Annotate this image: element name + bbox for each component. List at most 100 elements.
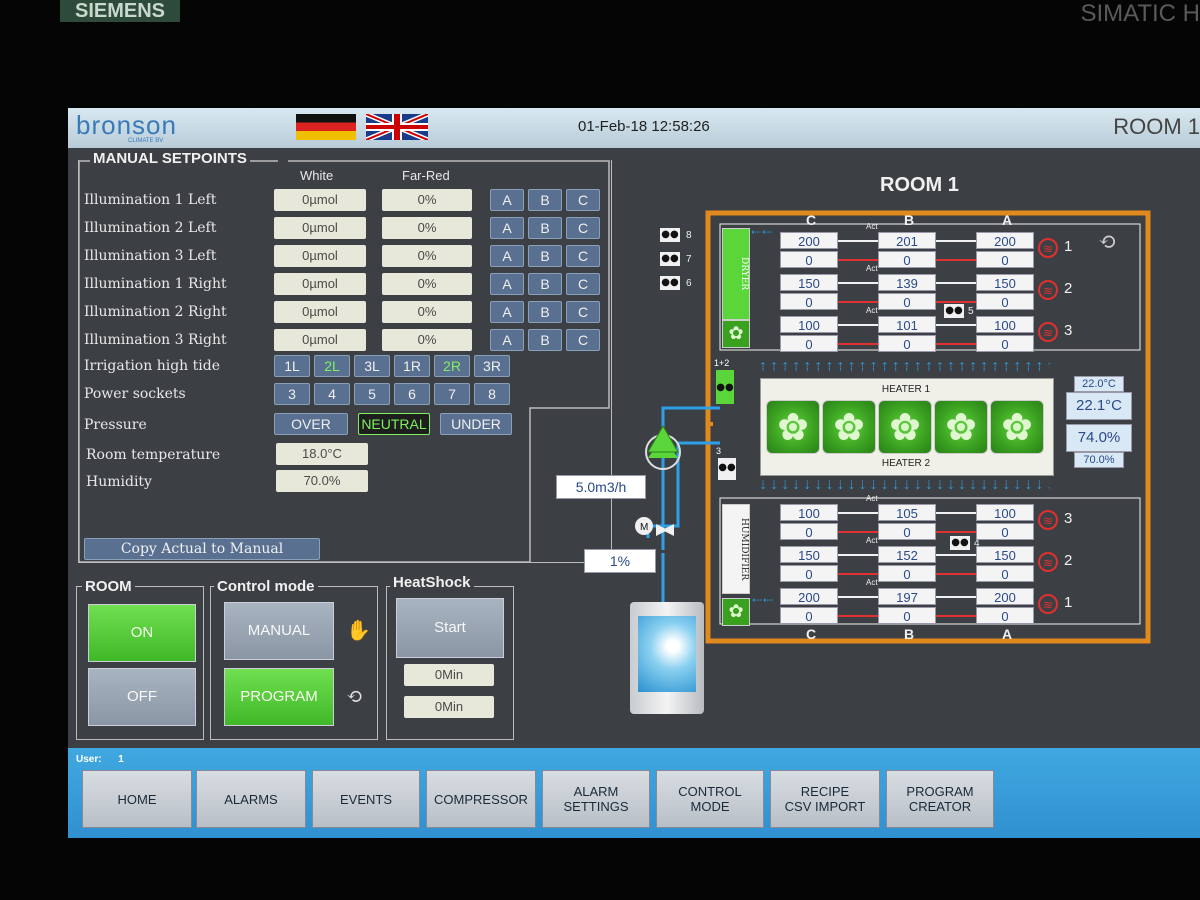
bottom-zone-setpoint-c[interactable]: 100: [780, 504, 838, 521]
top-zone-setpoint-c[interactable]: 200: [780, 232, 838, 249]
bottom-zone-wire-red: [838, 573, 878, 575]
refresh-diagram-icon[interactable]: ⟲: [1098, 230, 1116, 255]
nav-button-compressor[interactable]: COMPRESSOR: [426, 770, 536, 828]
white-setpoint-field[interactable]: 0µmol: [274, 301, 366, 323]
socket-4-indicator: ●●: [950, 536, 970, 550]
bottom-column-label-b: B: [904, 626, 915, 642]
humidity-field[interactable]: 70.0%: [276, 470, 368, 492]
top-zone-act-label: Act: [866, 264, 878, 273]
white-setpoint-field[interactable]: 0µmol: [274, 217, 366, 239]
group-select-button-b[interactable]: B: [528, 217, 562, 239]
top-zone-setpoint-a[interactable]: 100: [976, 316, 1034, 333]
copy-actual-to-manual-button[interactable]: Copy Actual to Manual: [84, 538, 320, 560]
bottom-zone-setpoint-c[interactable]: 150: [780, 546, 838, 563]
bottom-zone-setpoint-a[interactable]: 100: [976, 504, 1034, 521]
white-setpoint-field[interactable]: 0µmol: [274, 329, 366, 351]
group-select-button-b[interactable]: B: [528, 189, 562, 211]
bottom-zone-setpoint-a[interactable]: 150: [976, 546, 1034, 563]
col-header-white: White: [300, 168, 334, 183]
bottom-zone-setpoint-b[interactable]: 197: [878, 588, 936, 605]
bottom-zone-setpoint-b[interactable]: 152: [878, 546, 936, 563]
power-socket-button-8[interactable]: 8: [474, 383, 510, 405]
irrigation-button-1r[interactable]: 1R: [394, 355, 430, 377]
bottom-zone-setpoint-b[interactable]: 105: [878, 504, 936, 521]
pressure-under-button[interactable]: UNDER: [440, 413, 512, 435]
power-socket-button-5[interactable]: 5: [354, 383, 390, 405]
nav-button-control-mode[interactable]: CONTROL MODE: [656, 770, 764, 828]
german-flag-icon[interactable]: [296, 114, 356, 140]
nav-button-recipe-csv-import[interactable]: RECIPE CSV IMPORT: [770, 770, 880, 828]
group-select-button-c[interactable]: C: [566, 245, 600, 267]
top-zone-setpoint-c[interactable]: 150: [780, 274, 838, 291]
bottom-zone-setpoint-c[interactable]: 200: [780, 588, 838, 605]
heatshock-start-button[interactable]: Start: [396, 598, 504, 658]
white-setpoint-field[interactable]: 0µmol: [274, 189, 366, 211]
top-zone-actual-c: 0: [780, 251, 838, 268]
nav-button-events[interactable]: EVENTS: [312, 770, 420, 828]
group-select-button-a[interactable]: A: [490, 273, 524, 295]
top-zone-setpoint-a[interactable]: 200: [976, 232, 1034, 249]
group-select-button-c[interactable]: C: [566, 301, 600, 323]
pressure-neutral-button[interactable]: NEUTRAL: [358, 413, 430, 435]
power-socket-button-3[interactable]: 3: [274, 383, 310, 405]
uk-flag-icon[interactable]: [365, 111, 429, 143]
nav-button-alarms[interactable]: ALARMS: [196, 770, 306, 828]
room-temperature-field[interactable]: 18.0°C: [276, 443, 368, 465]
manual-mode-button[interactable]: MANUAL: [224, 602, 334, 660]
irrigation-button-3r[interactable]: 3R: [474, 355, 510, 377]
top-zone-actual-c: 0: [780, 335, 838, 352]
top-zone-setpoint-c[interactable]: 100: [780, 316, 838, 333]
far-red-setpoint-field[interactable]: 0%: [382, 273, 472, 295]
group-select-button-b[interactable]: B: [528, 273, 562, 295]
power-socket-button-7[interactable]: 7: [434, 383, 470, 405]
room-on-button[interactable]: ON: [88, 604, 196, 662]
irrigation-group-12-tag: 1+2 ●●: [714, 358, 734, 404]
bottom-zone-actual-c: 0: [780, 523, 838, 540]
room-off-button[interactable]: OFF: [88, 668, 196, 726]
group-select-button-c[interactable]: C: [566, 217, 600, 239]
top-zone-setpoint-a[interactable]: 150: [976, 274, 1034, 291]
group-select-button-a[interactable]: A: [490, 217, 524, 239]
bottom-zone-setpoint-a[interactable]: 200: [976, 588, 1034, 605]
program-mode-button[interactable]: PROGRAM: [224, 668, 334, 726]
irrigation-button-3l[interactable]: 3L: [354, 355, 390, 377]
group-select-button-a[interactable]: A: [490, 245, 524, 267]
group-select-button-a[interactable]: A: [490, 301, 524, 323]
pressure-over-button[interactable]: OVER: [274, 413, 348, 435]
top-zone-setpoint-b[interactable]: 101: [878, 316, 936, 333]
far-red-setpoint-field[interactable]: 0%: [382, 245, 472, 267]
circulation-fan-3-icon: ✿: [878, 400, 932, 454]
top-zone-setpoint-b[interactable]: 201: [878, 232, 936, 249]
heater-2-label: HEATER 2: [881, 458, 931, 469]
top-zone-act-label: Act: [866, 306, 878, 315]
white-setpoint-field[interactable]: 0µmol: [274, 245, 366, 267]
nav-button-home[interactable]: HOME: [82, 770, 192, 828]
nav-button-alarm-settings[interactable]: ALARM SETTINGS: [542, 770, 650, 828]
power-socket-button-6[interactable]: 6: [394, 383, 430, 405]
group-select-button-a[interactable]: A: [490, 189, 524, 211]
white-setpoint-field[interactable]: 0µmol: [274, 273, 366, 295]
heatshock-minutes-field-2[interactable]: 0Min: [404, 696, 494, 718]
group-select-button-c[interactable]: C: [566, 273, 600, 295]
bottom-zone-wire-white: [936, 596, 976, 598]
nav-button-program-creator[interactable]: PROGRAM CREATOR: [886, 770, 994, 828]
group-select-button-a[interactable]: A: [490, 329, 524, 351]
top-zone-setpoint-b[interactable]: 139: [878, 274, 936, 291]
power-socket-button-4[interactable]: 4: [314, 383, 350, 405]
heatshock-minutes-field-1[interactable]: 0Min: [404, 664, 494, 686]
group-select-button-c[interactable]: C: [566, 329, 600, 351]
group-select-button-b[interactable]: B: [528, 329, 562, 351]
bezel-model-label: SIMATIC H: [1080, 0, 1200, 27]
group-select-button-b[interactable]: B: [528, 301, 562, 323]
far-red-setpoint-field[interactable]: 0%: [382, 217, 472, 239]
far-red-setpoint-field[interactable]: 0%: [382, 301, 472, 323]
irrigation-button-1l[interactable]: 1L: [274, 355, 310, 377]
irrigation-button-2l[interactable]: 2L: [314, 355, 350, 377]
irrigation-button-2r[interactable]: 2R: [434, 355, 470, 377]
water-tank-icon: [630, 602, 704, 714]
group-select-button-b[interactable]: B: [528, 245, 562, 267]
group-select-button-c[interactable]: C: [566, 189, 600, 211]
top-zone-wire-white: [838, 324, 878, 326]
far-red-setpoint-field[interactable]: 0%: [382, 329, 472, 351]
far-red-setpoint-field[interactable]: 0%: [382, 189, 472, 211]
